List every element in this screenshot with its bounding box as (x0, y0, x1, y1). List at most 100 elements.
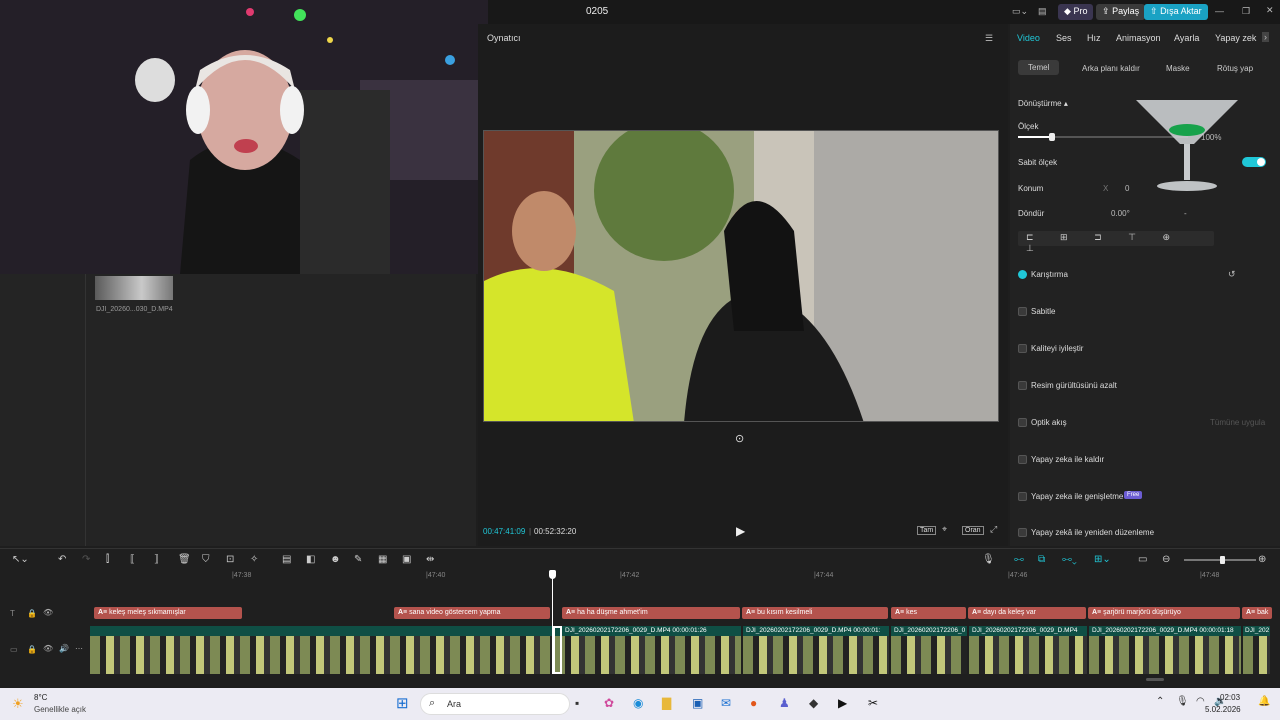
edge-icon[interactable]: ◉ (633, 696, 643, 710)
split-right-icon[interactable]: ⟧ (154, 554, 159, 565)
mirror-icon[interactable]: ◧ (306, 554, 315, 565)
task-view-icon[interactable]: ▪ (575, 696, 579, 710)
search-box[interactable]: ⌕ Ara (420, 693, 570, 715)
person-icon[interactable]: ☻ (330, 554, 341, 565)
ratio-button[interactable]: Oran (962, 526, 984, 535)
reset-icon[interactable]: ↺ (1228, 269, 1236, 280)
snap-icon[interactable]: ⧟⌄ (1062, 554, 1077, 565)
caption-clip[interactable]: A≡ ha ha düşme ahmet'im (562, 607, 740, 619)
ai-remove-checkbox[interactable] (1018, 455, 1027, 464)
playhead-handle[interactable] (549, 570, 556, 579)
full-label[interactable]: Tam (917, 526, 937, 535)
pro-button[interactable]: ◆ Pro (1058, 4, 1094, 20)
uniform-scale-toggle[interactable] (1242, 157, 1266, 167)
tab-video[interactable]: Video (1017, 33, 1040, 43)
media-thumbnail[interactable] (95, 276, 173, 300)
ai-reedit-checkbox[interactable] (1018, 528, 1027, 537)
weather-desc[interactable]: Genellikle açık (34, 705, 86, 714)
caption-clip[interactable]: A≡ şarjörü marjörü düşürüyo (1088, 607, 1240, 619)
video-clip[interactable] (90, 626, 552, 674)
stabilize-checkbox[interactable] (1018, 307, 1027, 316)
caption-clip[interactable]: A≡ sana video göstercem yapma (394, 607, 550, 619)
caption-clip[interactable]: A≡ kes (891, 607, 966, 619)
app-icon[interactable]: ◆ (809, 696, 818, 710)
minimize-icon[interactable]: — (1215, 6, 1224, 16)
firefox-icon[interactable]: ● (750, 696, 757, 710)
play-button[interactable]: ▶ (736, 524, 745, 538)
chevron-up-icon[interactable]: ⌃ (1156, 696, 1164, 707)
magnet-icon[interactable]: ⧉ (1038, 554, 1045, 565)
zoom-out-icon[interactable]: ⊖ (1162, 554, 1170, 565)
layout-icon[interactable]: ▭⌄ (1012, 6, 1028, 17)
apply-all-button[interactable]: Tümüne uygula (1210, 418, 1265, 427)
microphone-icon[interactable]: 🎙 (1176, 696, 1189, 707)
redo-icon[interactable]: ↷ (82, 554, 90, 565)
subtab-remove-bg[interactable]: Arka planı kaldır (1082, 64, 1140, 73)
split-icon[interactable]: ⫿ (106, 554, 109, 565)
tab-animation[interactable]: Animasyon (1116, 33, 1161, 43)
screenshot-icon[interactable]: ⌖ (942, 524, 947, 535)
hd-icon[interactable]: ▦ (378, 554, 387, 565)
denoise-checkbox[interactable] (1018, 381, 1027, 390)
timeline-scrollbar[interactable] (1146, 678, 1164, 681)
undo-icon[interactable]: ↶ (58, 554, 66, 565)
picture-icon[interactable]: ▣ (402, 554, 411, 565)
fullscreen-icon[interactable]: ⤢ (990, 524, 997, 535)
tab-speed[interactable]: Hız (1087, 33, 1101, 43)
caption-clip[interactable]: A≡ dayı da keleş var (968, 607, 1086, 619)
teams-icon[interactable]: ♟ (779, 696, 790, 710)
zoom-in-icon[interactable]: ⊕ (1258, 554, 1266, 565)
split-left-icon[interactable]: ⟦ (130, 554, 135, 565)
transform-label[interactable]: Dönüştürme ▴ (1018, 99, 1068, 108)
rotate-value[interactable]: 0.00° (1111, 209, 1130, 218)
caption-clip[interactable]: A≡ bak (1242, 607, 1272, 619)
tab-ai[interactable]: Yapay zek (1215, 33, 1256, 43)
position-x-value[interactable]: 0 (1125, 184, 1129, 193)
subtab-mask[interactable]: Maske (1166, 64, 1190, 73)
weather-icon[interactable]: ☀ (12, 696, 24, 712)
close-icon[interactable]: ✕ (1266, 5, 1274, 16)
caption-clip[interactable]: A≡ bu kısım kesilmeli (742, 607, 888, 619)
tab-audio[interactable]: Ses (1056, 33, 1072, 43)
enhance-checkbox[interactable] (1018, 344, 1027, 353)
align-toolbar[interactable]: ⊏ ⊞ ⊐ ⊤ ⊕ ⊥ (1018, 231, 1214, 253)
lock-icon[interactable]: 🔒 (27, 609, 37, 618)
folder-icon[interactable]: ▇ (662, 696, 671, 710)
caption-clip[interactable]: A≡ keleş meleş sıkmamışlar (94, 607, 242, 619)
copilot-icon[interactable]: ✿ (604, 696, 614, 710)
crop-icon[interactable]: ⊡ (226, 554, 234, 565)
clock-time[interactable]: 02:03 (1220, 693, 1240, 702)
playhead[interactable] (552, 574, 553, 674)
more-icon[interactable]: ⋯ (75, 644, 83, 653)
link-icon[interactable]: ⧟ (1014, 554, 1024, 565)
preview-axis-icon[interactable]: ⊞⌄ (1094, 554, 1111, 565)
magic-icon[interactable]: ✧ (250, 554, 258, 565)
eye-icon[interactable]: 👁 (43, 608, 53, 617)
fit-icon[interactable]: ▭ (1138, 554, 1147, 565)
outlook-icon[interactable]: ✉ (721, 696, 731, 710)
eye-icon[interactable]: 👁 (43, 644, 53, 653)
windows-start-icon[interactable]: ⊞ (396, 694, 409, 712)
microphone-icon[interactable]: 🎙 (982, 554, 995, 565)
shield-icon[interactable]: ⛉ (202, 554, 210, 565)
scale-slider-handle[interactable] (1049, 133, 1055, 141)
ai-expand-checkbox[interactable] (1018, 492, 1027, 501)
share-button[interactable]: ⇪ Paylaş (1096, 4, 1146, 20)
subtab-retouch[interactable]: Rötuş yap (1217, 64, 1253, 73)
zoom-handle[interactable] (1220, 556, 1225, 564)
optical-flow-checkbox[interactable] (1018, 418, 1027, 427)
export-button[interactable]: ⇧ Dışa Aktar (1144, 4, 1208, 20)
select-tool-icon[interactable]: ↖⌄ (12, 554, 29, 565)
media-player-icon[interactable]: ▶ (838, 696, 847, 710)
weather-temp[interactable]: 8°C (34, 693, 47, 702)
shortcut-icon[interactable]: ▤ (1038, 6, 1047, 17)
tab-adjust[interactable]: Ayarla (1174, 33, 1199, 43)
rotate-dash[interactable]: - (1184, 209, 1187, 218)
maximize-icon[interactable]: ❐ (1242, 6, 1250, 17)
notification-icon[interactable]: 🔔 (1258, 696, 1270, 707)
record-icon[interactable]: ⊙ (735, 432, 744, 445)
selected-clip-outline[interactable] (553, 626, 562, 674)
caption-icon[interactable]: ▤ (282, 554, 291, 565)
subtab-basic[interactable]: Temel (1018, 60, 1060, 75)
clock-date[interactable]: 5.02.2026 (1205, 705, 1241, 714)
